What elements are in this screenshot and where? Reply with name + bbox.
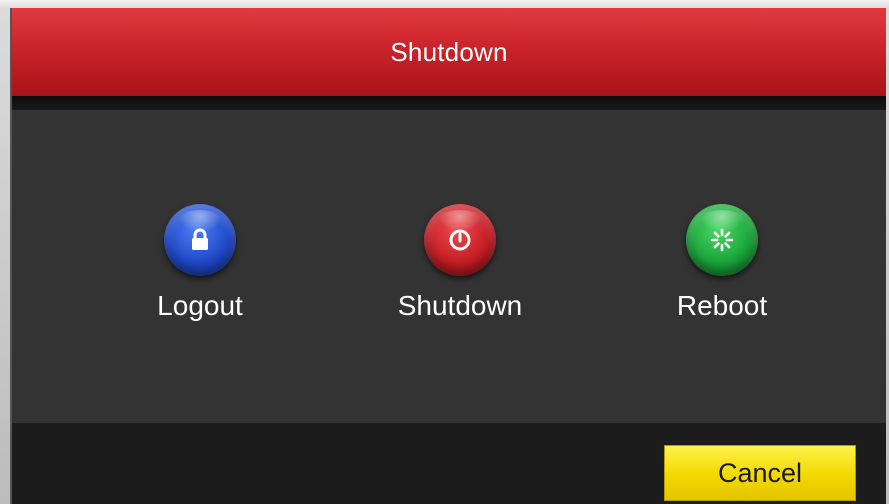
restart-icon [710,228,734,252]
reboot-option[interactable]: Reboot [622,204,822,322]
logout-label: Logout [157,290,243,321]
screen-background: Shutdown Logout Shutdown Reboot Cancel [0,0,889,504]
shutdown-button[interactable] [424,204,496,276]
title-divider [12,96,886,110]
shutdown-option[interactable]: Shutdown [360,204,560,322]
reboot-button[interactable] [686,204,758,276]
lock-icon [192,228,208,250]
reboot-label: Reboot [676,290,768,321]
dialog-title-bar: Shutdown [12,8,886,96]
dialog-body: Logout Shutdown Reboot [12,110,886,423]
shutdown-label: Shutdown [397,290,523,321]
dialog-title: Shutdown [390,36,508,67]
power-icon [449,229,471,251]
cancel-button[interactable]: Cancel [664,445,856,501]
logout-button[interactable] [164,204,236,276]
shutdown-dialog: Shutdown Logout Shutdown Reboot Cancel [10,8,886,504]
dialog-footer: Cancel [12,423,886,504]
logout-option[interactable]: Logout [100,204,300,322]
